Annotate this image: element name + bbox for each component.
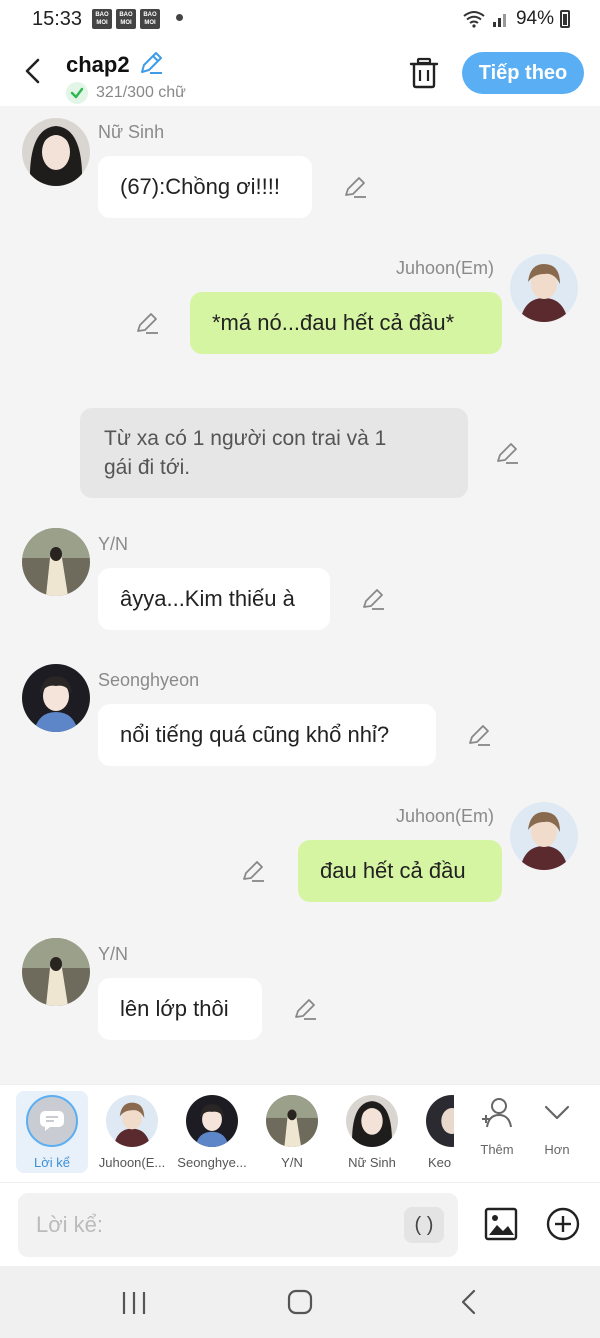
baomoi-notification-icon: BAO MOI (116, 9, 136, 29)
word-count: 321/300 chữ (96, 84, 186, 101)
sender-name: Y/N (98, 944, 129, 964)
edit-message-pencil-icon[interactable] (240, 858, 266, 884)
character-selector: Lời kể Juhoon(E... Seonghye... Y/N Nữ Si… (0, 1084, 600, 1182)
character-nu-sinh[interactable]: Nữ Sinh (332, 1091, 412, 1170)
avatar-juhoon[interactable] (510, 802, 578, 870)
narrator-icon (26, 1095, 78, 1147)
edit-message-pencil-icon[interactable] (292, 996, 318, 1022)
avatar (346, 1095, 398, 1147)
avatar (426, 1095, 454, 1147)
chapter-title-area: chap2 321/300 chữ (66, 50, 186, 104)
narration-input[interactable] (18, 1193, 458, 1257)
trash-icon (409, 57, 439, 89)
chat-area[interactable]: Nữ Sinh (67):Chồng ơi!!!! Juhoon(Em) *má… (0, 106, 600, 1084)
character-yn[interactable]: Y/N (252, 1091, 332, 1170)
avatar (186, 1095, 238, 1147)
more-notifications-dot (176, 14, 183, 21)
sender-name: Juhoon(Em) (396, 258, 495, 278)
message-text: âyya...Kim thiếu à (120, 586, 295, 611)
add-button[interactable] (546, 1207, 580, 1241)
narration-text-line: gái đi tới. (104, 456, 191, 479)
edit-message-pencil-icon[interactable] (134, 310, 160, 336)
avatar (266, 1095, 318, 1147)
sender-name: Nữ Sinh (98, 122, 165, 142)
baomoi-notification-icon: BAO MOI (140, 9, 160, 29)
status-bar: 15:33 BAO MOI BAO MOI BAO MOI 94% (0, 0, 600, 40)
home-button[interactable] (280, 1288, 320, 1318)
add-character-button[interactable]: Thêm (472, 1095, 522, 1157)
message-text: *má nó...đau hết cả đầu* (212, 310, 455, 335)
narrator-label: Lời kể (34, 1155, 70, 1170)
system-nav-bar (0, 1266, 600, 1338)
wifi-icon (463, 11, 485, 28)
edit-title-pencil-icon[interactable] (138, 50, 164, 76)
delete-button[interactable] (408, 56, 440, 90)
message-bubble[interactable]: lên lớp thôi (98, 978, 262, 1040)
sender-name: Juhoon(Em) (396, 806, 495, 826)
message-bubble[interactable]: nổi tiếng quá cũng khổ nhỉ? (98, 704, 436, 766)
message-bubble[interactable]: (67):Chồng ơi!!!! (98, 156, 312, 218)
recents-icon (122, 1292, 146, 1314)
battery-percent: 94% (515, 8, 554, 29)
add-character-label: Thêm (480, 1142, 514, 1157)
word-count-row: 321/300 chữ (66, 82, 186, 104)
edit-message-pencil-icon[interactable] (466, 722, 492, 748)
status-right: 94% (462, 8, 570, 30)
narrator-option[interactable]: Lời kể (16, 1091, 88, 1173)
plus-circle-icon (546, 1207, 580, 1241)
message-bubble[interactable]: *má nó...đau hết cả đầu* (190, 292, 502, 354)
next-button[interactable]: Tiếp theo (462, 52, 584, 94)
input-row: ( ) (0, 1182, 600, 1266)
back-icon (461, 1289, 476, 1315)
more-label: Hơn (544, 1142, 570, 1157)
avatar-seonghyeon[interactable] (22, 664, 90, 732)
signal-icon (492, 14, 506, 27)
character-label: Keo (428, 1155, 452, 1170)
message-text: nổi tiếng quá cũng khổ nhỉ? (120, 722, 390, 747)
character-label: Y/N (281, 1155, 303, 1170)
chevron-left-icon (25, 58, 40, 84)
chevron-down-icon (544, 1105, 570, 1120)
edit-message-pencil-icon[interactable] (494, 440, 520, 466)
avatar-yn[interactable] (22, 528, 90, 596)
image-icon (484, 1207, 518, 1241)
recents-button[interactable] (114, 1288, 154, 1318)
check-icon (66, 82, 88, 104)
back-button[interactable] (18, 54, 48, 88)
add-person-icon (482, 1098, 512, 1128)
narration-text-line: Từ xa có 1 người con trai và 1 (104, 427, 387, 450)
avatar (106, 1095, 158, 1147)
message-text: đau hết cả đầu (320, 858, 466, 883)
message-text: (67):Chồng ơi!!!! (120, 174, 280, 199)
character-seonghyeon[interactable]: Seonghye... (172, 1091, 252, 1170)
chapter-title: chap2 (66, 52, 130, 77)
edit-message-pencil-icon[interactable] (360, 586, 386, 612)
narration-bubble[interactable]: Từ xa có 1 người con trai và 1 gái đi tớ… (80, 408, 468, 498)
parentheses-button[interactable]: ( ) (404, 1207, 444, 1243)
edit-message-pencil-icon[interactable] (342, 174, 368, 200)
avatar-yn[interactable] (22, 938, 90, 1006)
more-button[interactable]: Hơn (532, 1095, 582, 1157)
character-label: Nữ Sinh (348, 1155, 396, 1170)
message-bubble[interactable]: âyya...Kim thiếu à (98, 568, 330, 630)
avatar-juhoon[interactable] (510, 254, 578, 322)
header: chap2 321/300 chữ Tiếp theo (0, 40, 600, 106)
message-text: lên lớp thôi (120, 996, 229, 1021)
baomoi-notification-icon: BAO MOI (92, 9, 112, 29)
character-keo[interactable]: Keo (412, 1091, 454, 1170)
character-label: Seonghye... (177, 1155, 247, 1170)
home-icon (287, 1289, 313, 1315)
sender-name: Y/N (98, 534, 129, 554)
character-juhoon[interactable]: Juhoon(E... (92, 1091, 172, 1170)
avatar-nu-sinh[interactable] (22, 118, 90, 186)
battery-icon (560, 10, 570, 28)
message-bubble[interactable]: đau hết cả đầu (298, 840, 502, 902)
character-label: Juhoon(E... (98, 1155, 166, 1170)
system-back-button[interactable] (450, 1288, 490, 1318)
notification-icons: BAO MOI BAO MOI BAO MOI (92, 9, 160, 29)
sender-name: Seonghyeon (98, 670, 200, 690)
status-time: 15:33 (32, 8, 83, 30)
insert-image-button[interactable] (484, 1207, 518, 1241)
